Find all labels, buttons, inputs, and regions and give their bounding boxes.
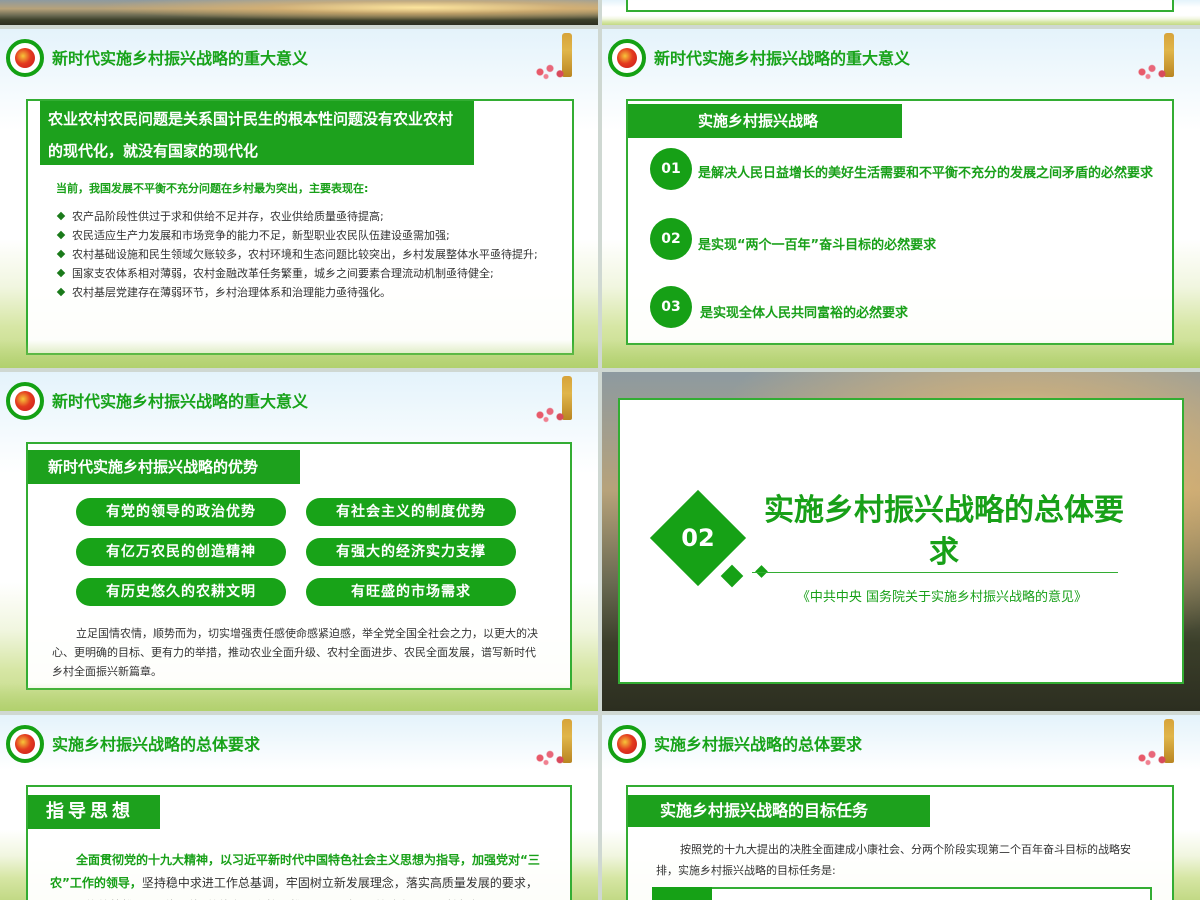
slide-significance-requirements: 新时代实施乡村振兴战略的重大意义 实施乡村振兴战略 01 是解决人民日益增长的美… (602, 29, 1200, 368)
slide-requirements-goals: 实施乡村振兴战略的总体要求 实施乡村振兴战略的目标任务 按照党的十九大提出的决胜… (602, 715, 1200, 900)
huabiao-decoration-icon (1134, 719, 1190, 769)
slide-header: 新时代实施乡村振兴战略的重大意义 (0, 29, 598, 81)
requirement-text-01: 是解决人民日益增长的美好生活需要和不平衡不充分的发展之间矛盾的必然要求 (698, 166, 1154, 181)
slide-title: 新时代实施乡村振兴战略的重大意义 (52, 392, 309, 411)
section-title: 指导思想 (46, 801, 134, 822)
goal-item-box (652, 887, 1152, 900)
slide-top-left-partial (0, 0, 598, 25)
headline-bar: 农业农村农民问题是关系国计民生的根本性问题没有农业农村的现代化，就没有国家的现代… (40, 101, 474, 165)
goals-paragraph: 按照党的十九大提出的决胜全面建成小康社会、分两个阶段实现第二个百年奋斗目标的战略… (656, 843, 1131, 877)
item-number-02: 02 (650, 218, 692, 260)
list-item: 农产品阶段性供过于求和供给不足并存，农业供给质量亟待提高; (56, 207, 556, 226)
goal-item-tab (652, 887, 712, 900)
list-item: 农民适应生产力发展和市场竞争的能力不足，新型职业农民队伍建设亟需加强; (56, 226, 556, 245)
advantage-paragraph: 立足国情农情，顺势而为，切实增强责任感使命感紧迫感，举全党全国全社会之力，以更大… (52, 627, 538, 678)
intro-text: 当前，我国发展不平衡不充分问题在乡村最为突出，主要表现在: (56, 182, 369, 195)
party-emblem-icon (6, 382, 44, 420)
requirement-text-03: 是实现全体人民共同富裕的必然要求 (700, 306, 909, 321)
list-item: 农村基础设施和民生领域欠账较多，农村环境和生态问题比较突出，乡村发展整体水平亟待… (56, 245, 556, 264)
huabiao-decoration-icon (532, 719, 588, 769)
list-item: 农村基层党建存在薄弱环节，乡村治理体系和治理能力亟待强化。 (56, 283, 556, 302)
slide-header: 新时代实施乡村振兴战略的重大意义 (0, 372, 598, 424)
grass-decoration (602, 340, 1200, 368)
requirement-text-02: 是实现“两个一百年”奋斗目标的必然要求 (698, 238, 937, 253)
advantage-pill: 有强大的经济实力支撑 (306, 538, 516, 566)
party-emblem-icon (6, 725, 44, 763)
section-title: 实施乡村振兴战略 (698, 112, 819, 130)
huabiao-decoration-icon (532, 33, 588, 83)
section-bar: 实施乡村振兴战略的目标任务 (628, 795, 930, 827)
section-number: 02 (681, 524, 715, 552)
advantage-pill: 有旺盛的市场需求 (306, 578, 516, 606)
section-bar: 实施乡村振兴战略 (628, 104, 902, 138)
huabiao-decoration-icon (532, 376, 588, 426)
slide-significance-advantages: 新时代实施乡村振兴战略的重大意义 新时代实施乡村振兴战略的优势 有党的领导的政治… (0, 372, 598, 711)
slide-header: 实施乡村振兴战略的总体要求 (0, 715, 598, 767)
party-emblem-icon (608, 725, 646, 763)
section-bar: 指导思想 (28, 795, 160, 829)
advantage-pill: 有历史悠久的农耕文明 (76, 578, 286, 606)
item-number-01: 01 (650, 148, 692, 190)
item-number-03: 03 (650, 286, 692, 328)
slide-requirements-guiding-thought: 实施乡村振兴战略的总体要求 指导思想 全面贯彻党的十九大精神，以习近平新时代中国… (0, 715, 598, 900)
section-subtitle: 《中共中央 国务院关于实施乡村振兴战略的意见》 (796, 590, 1088, 605)
slide-significance-problems: 新时代实施乡村振兴战略的重大意义 农业农村农民问题是关系国计民生的根本性问题没有… (0, 29, 598, 368)
partial-frame (626, 0, 1174, 12)
slide-header: 新时代实施乡村振兴战略的重大意义 (602, 29, 1200, 81)
title-divider (752, 572, 1118, 573)
slide-section-title: 02 实施乡村振兴战略的总体要求 《中共中央 国务院关于实施乡村振兴战略的意见》 (602, 372, 1200, 711)
list-item: 国家支农体系相对薄弱，农村金融改革任务繁重，城乡之间要素合理流动机制亟待健全; (56, 264, 556, 283)
huabiao-decoration-icon (1134, 33, 1190, 83)
headline-text: 农业农村农民问题是关系国计民生的根本性问题没有农业农村的现代化，就没有国家的现代… (48, 110, 454, 160)
advantage-pill: 有亿万农民的创造精神 (76, 538, 286, 566)
slide-header: 实施乡村振兴战略的总体要求 (602, 715, 1200, 767)
slide-title: 新时代实施乡村振兴战略的重大意义 (654, 49, 911, 68)
problem-list: 农产品阶段性供过于求和供给不足并存，农业供给质量亟待提高; 农民适应生产力发展和… (56, 207, 556, 302)
slide-top-right-partial (602, 0, 1200, 25)
advantage-pill: 有社会主义的制度优势 (306, 498, 516, 526)
party-emblem-icon (608, 39, 646, 77)
slide-title: 实施乡村振兴战略的总体要求 (52, 735, 261, 754)
grass-decoration (0, 340, 598, 368)
slide-title: 实施乡村振兴战略的总体要求 (654, 735, 863, 754)
grass-decoration (0, 683, 598, 711)
slide-title: 新时代实施乡村振兴战略的重大意义 (52, 49, 309, 68)
section-main-title: 实施乡村振兴战略的总体要求 (764, 493, 1124, 570)
party-emblem-icon (6, 39, 44, 77)
guiding-paragraph: 全面贯彻党的十九大精神，以习近平新时代中国特色社会主义思想为指导，加强党对“三农… (50, 849, 548, 900)
section-title: 新时代实施乡村振兴战略的优势 (48, 458, 259, 476)
section-title: 实施乡村振兴战略的目标任务 (660, 801, 869, 820)
section-bar: 新时代实施乡村振兴战略的优势 (28, 450, 300, 484)
advantage-pill: 有党的领导的政治优势 (76, 498, 286, 526)
